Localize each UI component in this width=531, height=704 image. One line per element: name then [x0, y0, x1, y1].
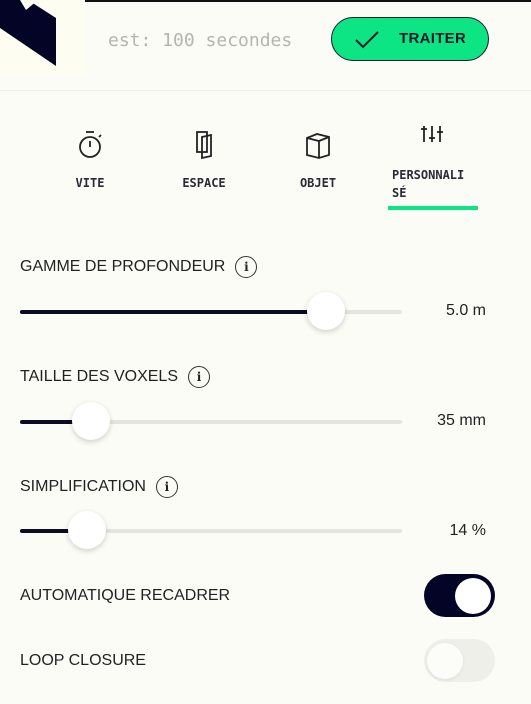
slider-thumb[interactable]	[306, 292, 345, 330]
tab-label: ESPACE	[182, 176, 226, 190]
app-logo	[0, 0, 85, 75]
depth-range-label: GAMME DE PROFONDEUR i	[20, 256, 258, 278]
tab-personnalise[interactable]: PERSONNALI SÉ	[383, 120, 483, 200]
slider-thumb[interactable]	[67, 511, 106, 549]
tab-vite[interactable]: VITE	[40, 120, 140, 190]
simplification-label: SIMPLIFICATION i	[20, 476, 178, 498]
loop-closure-label: LOOP CLOSURE	[20, 652, 146, 669]
label-text: TAILLE DES VOXELS	[20, 368, 178, 385]
slider-fill	[20, 310, 326, 314]
tab-label: VITE	[75, 176, 105, 190]
info-icon[interactable]: i	[188, 366, 210, 388]
label-text: GAMME DE PROFONDEUR	[20, 258, 226, 275]
tab-objet[interactable]: OBJET	[268, 120, 368, 190]
voxel-size-label: TAILLE DES VOXELS i	[20, 366, 210, 388]
auto-crop-toggle[interactable]	[424, 574, 495, 617]
process-button[interactable]: TRAITER	[331, 17, 489, 61]
tab-espace[interactable]: ESPACE	[154, 120, 254, 190]
top-border	[85, 0, 531, 2]
check-icon	[355, 31, 379, 49]
tab-label: PERSONNALI SÉ	[392, 168, 465, 200]
auto-crop-label: AUTOMATIQUE RECADRER	[20, 587, 231, 604]
pages-icon	[196, 131, 212, 160]
stopwatch-icon	[79, 131, 102, 158]
sliders-icon	[421, 126, 443, 142]
depth-range-value: 5.0 m	[445, 302, 486, 319]
cube-icon	[306, 133, 330, 159]
slider-thumb[interactable]	[71, 402, 110, 440]
tab-label: OBJET	[299, 176, 337, 190]
active-tab-indicator	[388, 206, 478, 210]
info-icon[interactable]: i	[235, 256, 258, 278]
depth-range-slider[interactable]	[20, 292, 402, 330]
info-icon[interactable]: i	[155, 476, 178, 498]
loop-closure-toggle[interactable]	[424, 639, 495, 682]
estimated-time: est: 100 secondes	[108, 30, 293, 51]
simplification-slider[interactable]	[20, 511, 402, 549]
simplification-value: 14 %	[449, 522, 486, 539]
label-text: SIMPLIFICATION	[20, 478, 146, 495]
divider	[0, 90, 531, 91]
voxel-size-slider[interactable]	[20, 402, 402, 440]
process-button-label: TRAITER	[399, 30, 467, 47]
voxel-size-value: 35 mm	[437, 412, 486, 429]
toggle-knob	[455, 578, 491, 614]
toggle-knob	[427, 643, 463, 679]
